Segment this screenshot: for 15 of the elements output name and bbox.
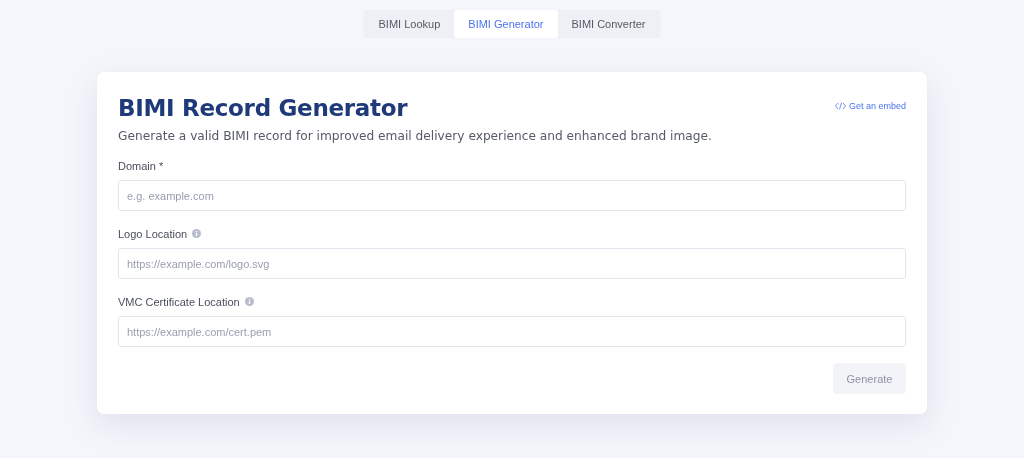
field-label: VMC Certificate Location bbox=[118, 295, 240, 308]
info-icon[interactable] bbox=[244, 297, 254, 306]
field-label: Logo Location bbox=[118, 227, 188, 240]
page-title: BIMI Record Generator bbox=[118, 95, 408, 121]
subtitle: Generate a valid BIMI record for improved email delivery experience and enhanced brand image. bbox=[118, 129, 713, 143]
code-icon bbox=[834, 102, 846, 110]
field-label: Domain * bbox=[118, 159, 164, 172]
input-field[interactable]: e.g. example.com bbox=[118, 180, 906, 211]
tab[interactable]: BIMI Generator bbox=[454, 10, 558, 38]
input-field[interactable]: https://example.com/logo.svg bbox=[118, 248, 906, 279]
input-field[interactable]: https://example.com/cert.pem bbox=[118, 316, 906, 347]
tab[interactable]: BIMI Lookup bbox=[364, 10, 455, 38]
embed-link[interactable]: Get an embed bbox=[834, 101, 906, 111]
tab[interactable]: BIMI Converter bbox=[557, 10, 660, 38]
info-icon[interactable] bbox=[192, 229, 202, 238]
